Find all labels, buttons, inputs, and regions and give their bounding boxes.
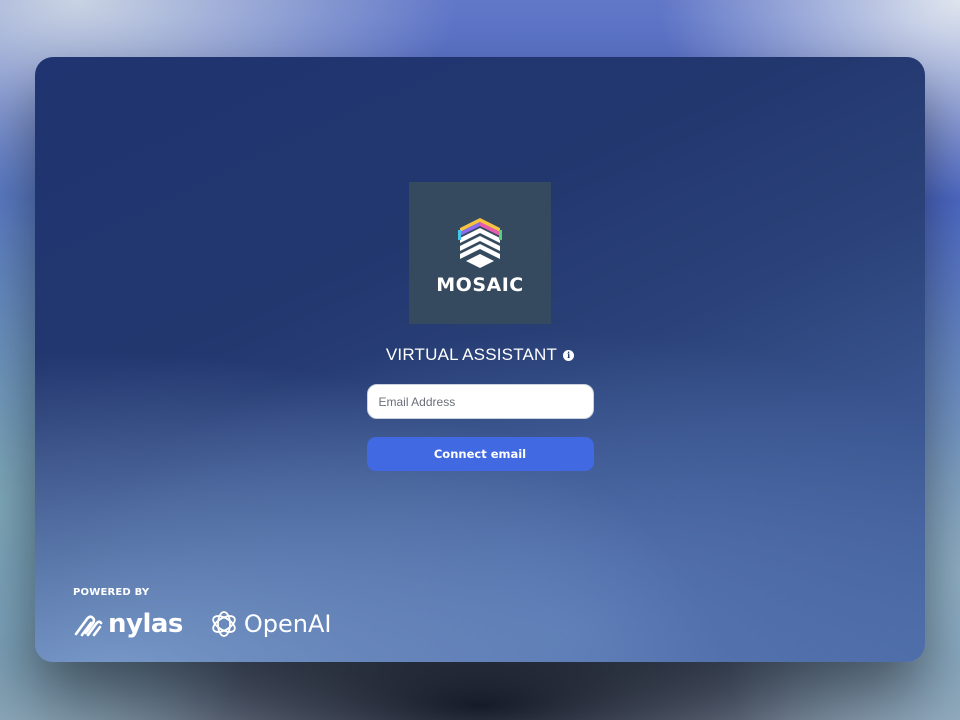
nylas-logo: nylas	[73, 611, 183, 637]
nylas-logo-icon	[74, 615, 103, 637]
assistant-heading: VIRTUAL ASSISTANT i	[385, 345, 575, 365]
page-title: VIRTUAL ASSISTANT	[385, 345, 558, 364]
openai-logo: OpenAI	[209, 609, 332, 639]
openai-wordmark: OpenAI	[243, 610, 332, 638]
email-field[interactable]	[366, 384, 594, 419]
mosaic-logo-icon	[458, 218, 502, 268]
partner-logos: nylas OpenAI	[73, 609, 332, 639]
openai-logo-icon	[212, 611, 236, 637]
powered-by-label: POWERED BY	[73, 587, 150, 598]
login-card: MOSAIC VIRTUAL ASSISTANT i Connect email…	[35, 57, 925, 662]
nylas-wordmark: nylas	[108, 609, 183, 639]
login-panel: MOSAIC VIRTUAL ASSISTANT i Connect email	[35, 182, 925, 471]
info-icon[interactable]: i	[563, 349, 575, 361]
logo-wordmark: MOSAIC	[436, 274, 524, 296]
mosaic-logo: MOSAIC	[409, 182, 551, 324]
connect-email-button[interactable]: Connect email	[366, 437, 594, 471]
